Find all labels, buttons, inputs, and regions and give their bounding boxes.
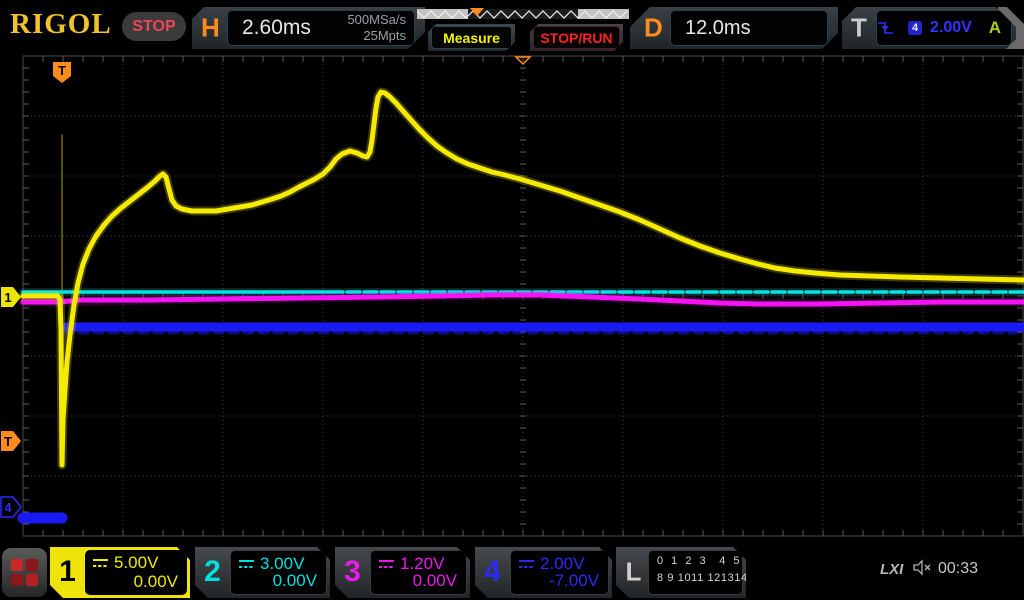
- top-status-bar: RIGOL STOP H 2.60ms 500MSa/s 25Mpts Meas…: [0, 0, 1024, 55]
- svg-text:1: 1: [4, 290, 11, 305]
- digital-channels-8-15: 8 9 1011 12131415: [657, 572, 761, 584]
- channel-1-block[interactable]: 1 5.00V 0.00V: [50, 547, 190, 598]
- measure-button-label: Measure: [431, 26, 512, 49]
- delay-label: D: [644, 13, 663, 44]
- memory-depth: 25Mpts: [363, 28, 406, 43]
- menu-grid-square: [26, 559, 38, 571]
- dc-coupling-icon: [92, 558, 109, 569]
- channel-4-block[interactable]: 4 2.00V -7.00V: [475, 547, 612, 598]
- lxi-indicator: LXI: [880, 561, 903, 578]
- channel-2-number: 2: [195, 554, 230, 588]
- logic-channels-block[interactable]: L 0 1 2 3 4 5 6 7 8 9 1011 12131415: [616, 547, 746, 598]
- logic-label: L: [616, 556, 651, 587]
- channel-2-block[interactable]: 2 3.00V 0.00V: [195, 547, 330, 598]
- dc-coupling-icon: [518, 559, 535, 570]
- horizontal-readout: 2.60ms 500MSa/s 25Mpts: [227, 10, 415, 46]
- sample-rate: 500MSa/s: [347, 12, 406, 27]
- menu-grid-square: [11, 574, 23, 586]
- oscilloscope-screen: T 1 T 4 RIGOL STOP H 2.60ms 500MSa/s 25Mpts…: [0, 0, 1024, 600]
- menu-grid-square: [11, 559, 23, 571]
- ch1-trace: [23, 92, 1023, 465]
- level-marker-1[interactable]: 1: [1, 287, 21, 307]
- channel-1-scale: 5.00V: [114, 553, 158, 573]
- sound-muted-icon: [913, 559, 933, 576]
- level-marker-T[interactable]: T: [1, 431, 21, 451]
- waveform-display: T 1 T 4: [0, 0, 1024, 600]
- dc-coupling-icon: [378, 559, 395, 570]
- stop-run-button[interactable]: STOP/RUN: [530, 24, 623, 51]
- rigol-logo: RIGOL: [10, 8, 112, 41]
- acquisition-info: 500MSa/s 25Mpts: [347, 12, 414, 44]
- svg-text:4: 4: [4, 500, 12, 515]
- channel-4-readout: 2.00V -7.00V: [510, 550, 609, 595]
- svg-text:T: T: [4, 434, 12, 449]
- stop-run-button-label: STOP/RUN: [533, 26, 620, 49]
- channel-3-readout: 1.20V 0.00V: [370, 550, 467, 595]
- clock: 00:33: [938, 560, 978, 578]
- channel-3-block[interactable]: 3 1.20V 0.00V: [335, 547, 470, 598]
- trigger-source-badge: 4: [908, 21, 922, 35]
- delay-value: 12.0ms: [671, 17, 751, 40]
- membar-right-segment: [578, 9, 629, 19]
- logic-readout: 0 1 2 3 4 5 6 7 8 9 1011 12131415: [648, 550, 743, 595]
- menu-button[interactable]: [2, 548, 47, 597]
- delay-readout: 12.0ms: [670, 10, 828, 46]
- menu-grid-icon: [11, 559, 38, 586]
- dc-coupling-icon: [238, 559, 255, 570]
- channel-2-readout: 3.00V 0.00V: [230, 550, 327, 595]
- horizontal-panel[interactable]: H 2.60ms 500MSa/s 25Mpts: [192, 7, 425, 49]
- trigger-readout: 4 2.00V A: [876, 10, 1012, 46]
- channel-4-offset: -7.00V: [549, 571, 599, 591]
- bottom-status-bar: 1 5.00V 0.00V 2 3.00V 0.00V: [0, 545, 1024, 600]
- trigger-position-marker[interactable]: T: [53, 62, 71, 83]
- delay-panel[interactable]: D 12.0ms: [630, 7, 838, 49]
- svg-text:T: T: [58, 63, 66, 78]
- channel-1-readout: 5.00V 0.00V: [85, 550, 187, 595]
- channel-2-offset: 0.00V: [273, 571, 317, 591]
- run-state-badge: STOP: [122, 12, 186, 41]
- level-marker-4[interactable]: 4: [1, 497, 21, 517]
- trigger-level-value: 2.00V: [930, 19, 972, 37]
- channel-1-number: 1: [50, 554, 85, 588]
- falling-edge-icon: [877, 21, 894, 35]
- horizontal-label: H: [201, 13, 220, 44]
- channel-3-number: 3: [335, 554, 370, 588]
- trigger-status: A: [989, 18, 1001, 38]
- channel-3-offset: 0.00V: [413, 571, 457, 591]
- trigger-label: T: [851, 13, 867, 44]
- timebase-value: 2.60ms: [228, 16, 347, 40]
- measure-button[interactable]: Measure: [428, 24, 515, 51]
- channel-1-offset: 0.00V: [134, 572, 178, 592]
- trigger-panel[interactable]: T 4 2.00V A: [842, 7, 1016, 49]
- channel-4-number: 4: [475, 554, 510, 588]
- digital-channels-0-7: 0 1 2 3 4 5 6 7: [657, 555, 770, 567]
- memory-position-bar[interactable]: [417, 8, 629, 21]
- menu-grid-square: [26, 574, 38, 586]
